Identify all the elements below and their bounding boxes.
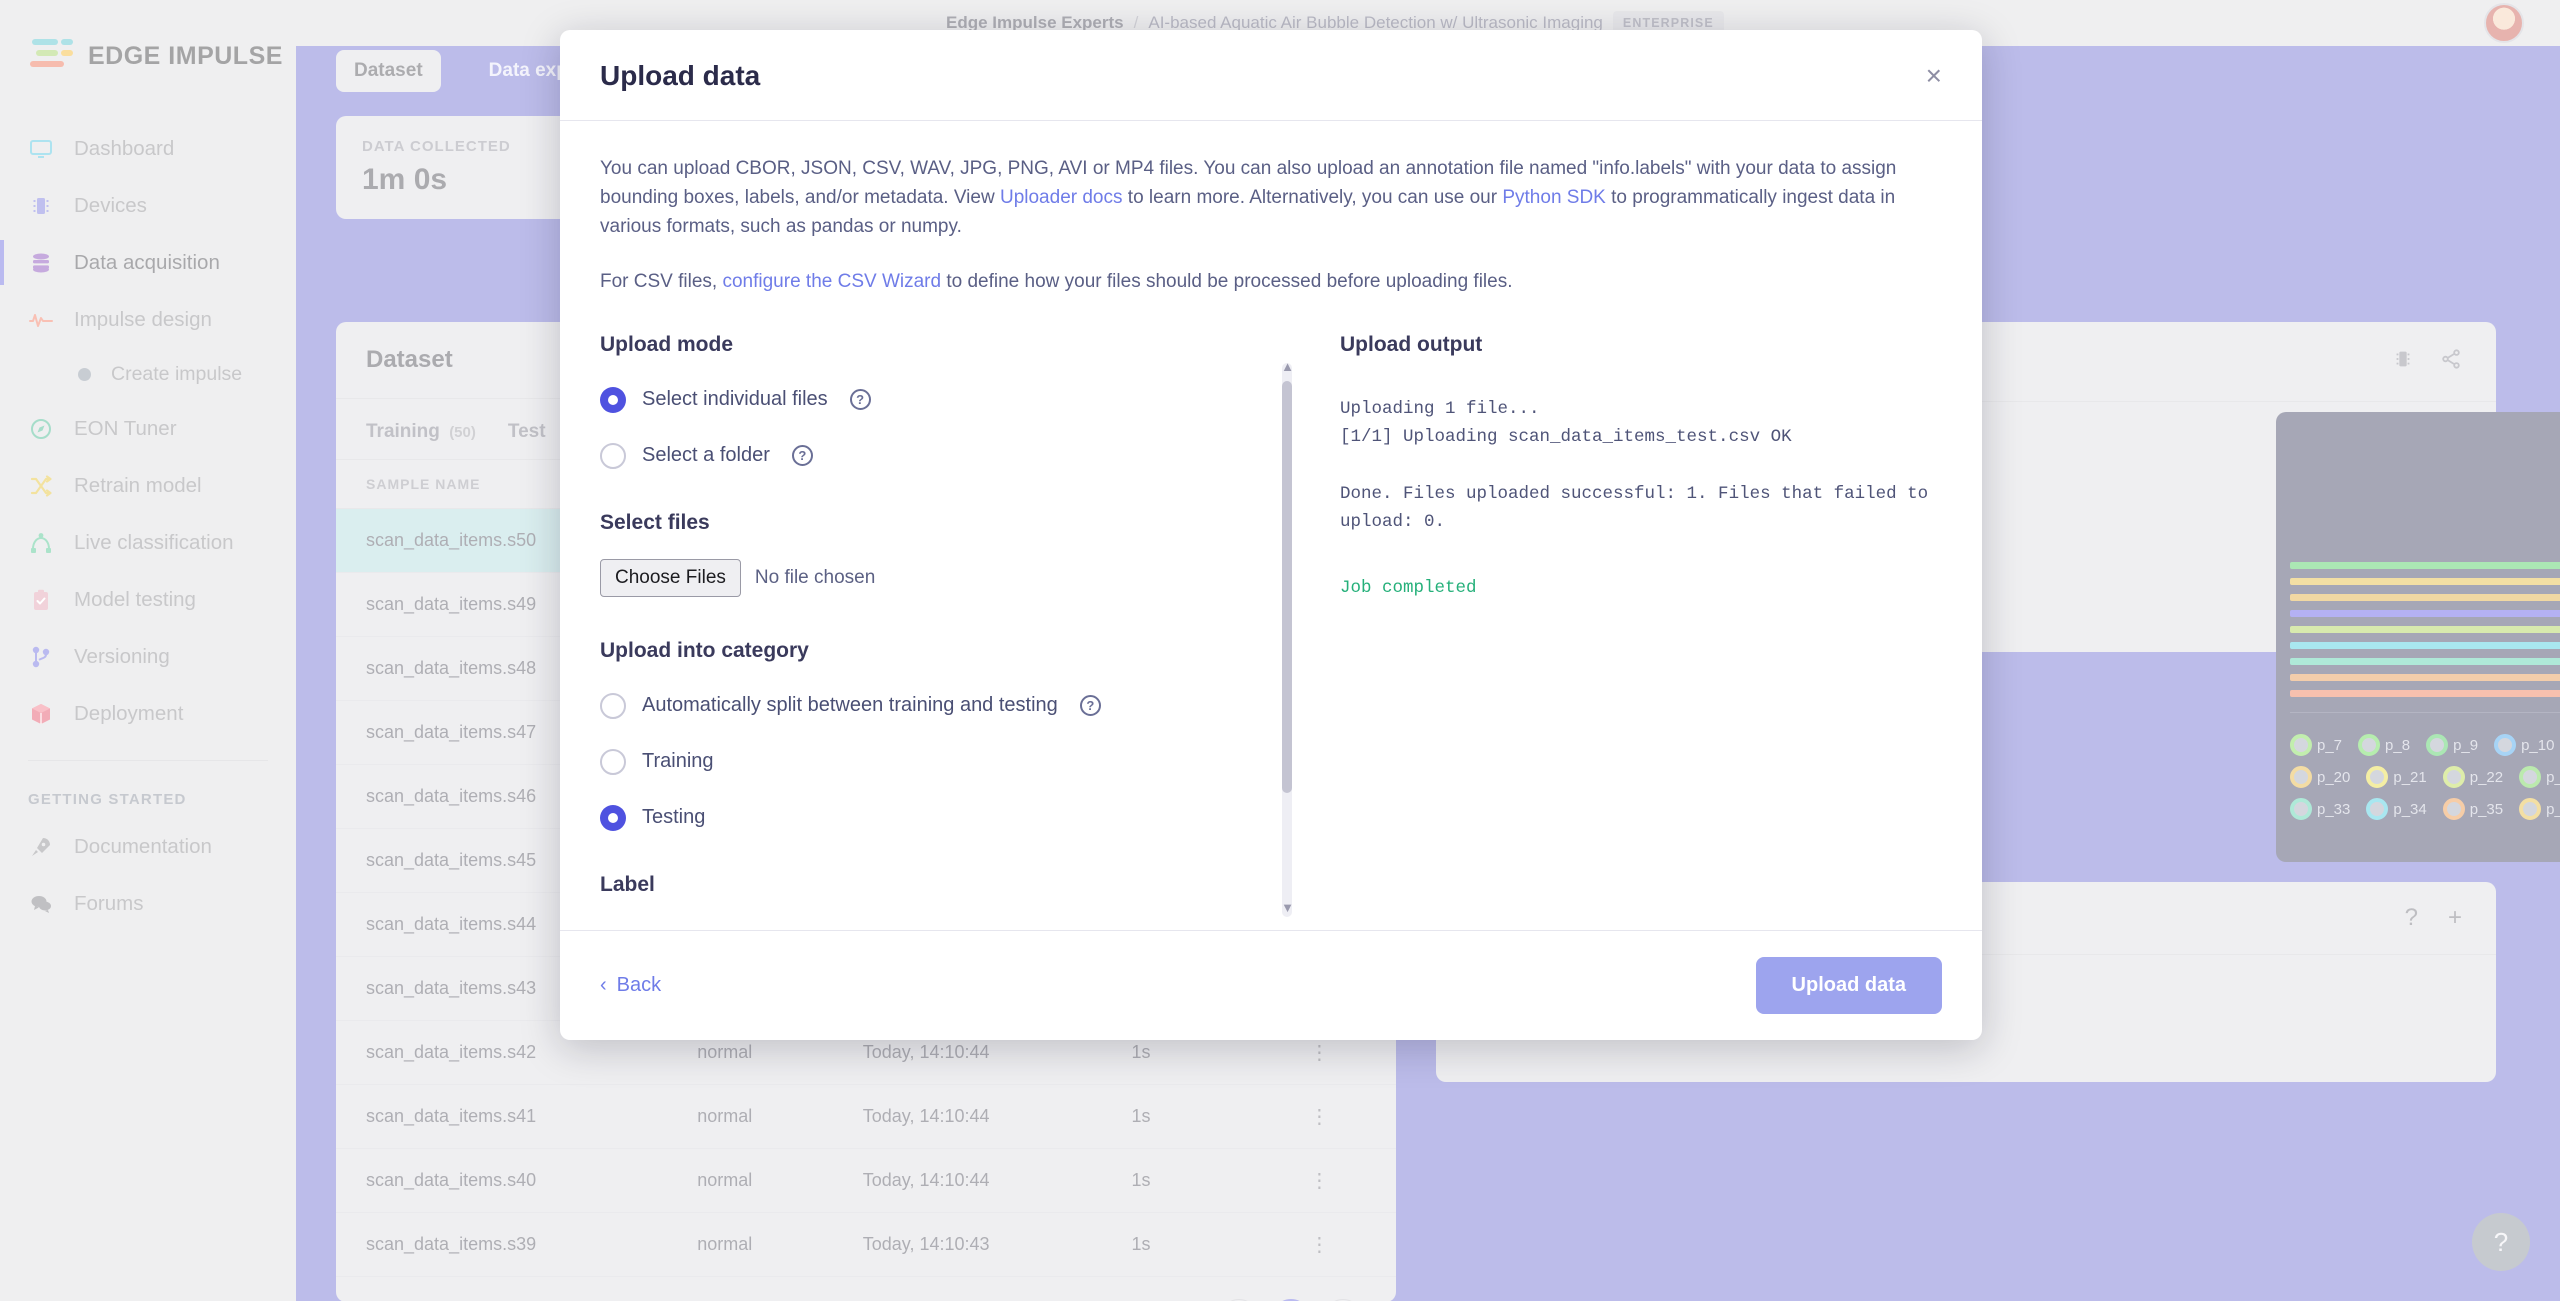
radio-indicator[interactable] xyxy=(600,692,626,719)
modal-intro: You can upload CBOR, JSON, CSV, WAV, JPG… xyxy=(600,155,1942,297)
radio-indicator[interactable] xyxy=(600,442,626,469)
form-scrollbar-thumb[interactable] xyxy=(1282,380,1292,793)
choose-files-button[interactable]: Choose Files xyxy=(600,558,741,597)
radio-indicator[interactable] xyxy=(600,748,626,775)
radio-indicator[interactable] xyxy=(600,804,626,831)
edge-impulse-app: EDGE IMPULSE Dashboard Devices xyxy=(0,0,2560,1301)
scroll-down-icon[interactable]: ▼ xyxy=(1281,900,1294,915)
radio-auto-split[interactable]: Automatically split between training and… xyxy=(600,692,1270,719)
radio-label: Training xyxy=(642,750,714,772)
intro-p2a: For CSV files, xyxy=(600,270,723,292)
radio-testing[interactable]: Testing xyxy=(600,804,1270,831)
file-input-row[interactable]: Choose Files No file chosen xyxy=(600,558,1270,597)
modal-title: Upload data xyxy=(600,60,761,91)
back-button[interactable]: ‹ Back xyxy=(600,974,661,997)
help-icon[interactable]: ? xyxy=(849,389,871,410)
upload-data-button[interactable]: Upload data xyxy=(1755,957,1942,1014)
upload-form-column: Upload mode Select individual files ? Se… xyxy=(600,333,1300,925)
upload-mode-title: Upload mode xyxy=(600,332,734,356)
upload-output-log: Uploading 1 file... [1/1] Uploading scan… xyxy=(1340,398,1929,532)
upload-output-column: Upload output Uploading 1 file... [1/1] … xyxy=(1340,333,1942,925)
modal-columns: Upload mode Select individual files ? Se… xyxy=(600,333,1942,925)
upload-form-scroll: Upload mode Select individual files ? Se… xyxy=(600,333,1300,925)
intro-p2b: to define how your files should be proce… xyxy=(941,270,1513,292)
upload-output-title: Upload output xyxy=(1340,332,1483,356)
radio-training[interactable]: Training xyxy=(600,748,1270,775)
back-button-label: Back xyxy=(616,974,662,996)
chevron-left-icon: ‹ xyxy=(600,974,607,996)
close-icon[interactable]: × xyxy=(1926,62,1942,90)
modal-body: You can upload CBOR, JSON, CSV, WAV, JPG… xyxy=(560,121,1982,930)
modal-footer: ‹ Back Upload data xyxy=(560,930,1982,1040)
radio-select-a-folder[interactable]: Select a folder ? xyxy=(600,442,1270,469)
csv-wizard-link[interactable]: configure the CSV Wizard xyxy=(722,271,941,292)
python-sdk-link[interactable]: Python SDK xyxy=(1502,187,1606,208)
scroll-up-icon[interactable]: ▲ xyxy=(1281,359,1294,374)
upload-category-title: Upload into category xyxy=(600,638,809,662)
uploader-docs-link[interactable]: Uploader docs xyxy=(1000,187,1123,208)
file-status-text: No file chosen xyxy=(754,566,876,588)
intro-paragraph-1: You can upload CBOR, JSON, CSV, WAV, JPG… xyxy=(600,155,1942,242)
modal-header: Upload data × xyxy=(560,30,1982,121)
intro-p1b: to learn more. Alternatively, you can us… xyxy=(1122,186,1503,208)
radio-select-individual-files[interactable]: Select individual files ? xyxy=(600,386,1270,413)
help-icon[interactable]: ? xyxy=(791,445,813,466)
select-files-title: Select files xyxy=(600,510,710,534)
help-icon[interactable]: ? xyxy=(1079,695,1101,716)
radio-label: Select individual files xyxy=(642,388,828,410)
intro-paragraph-2: For CSV files, configure the CSV Wizard … xyxy=(600,268,1942,297)
radio-label: Testing xyxy=(642,806,706,828)
upload-output-status: Job completed xyxy=(1340,578,1477,599)
radio-label: Automatically split between training and… xyxy=(642,694,1058,716)
upload-data-modal: Upload data × You can upload CBOR, JSON,… xyxy=(560,30,1982,1040)
radio-indicator[interactable] xyxy=(600,386,626,413)
label-section-title: Label xyxy=(600,872,655,896)
radio-label: Select a folder xyxy=(642,444,770,466)
